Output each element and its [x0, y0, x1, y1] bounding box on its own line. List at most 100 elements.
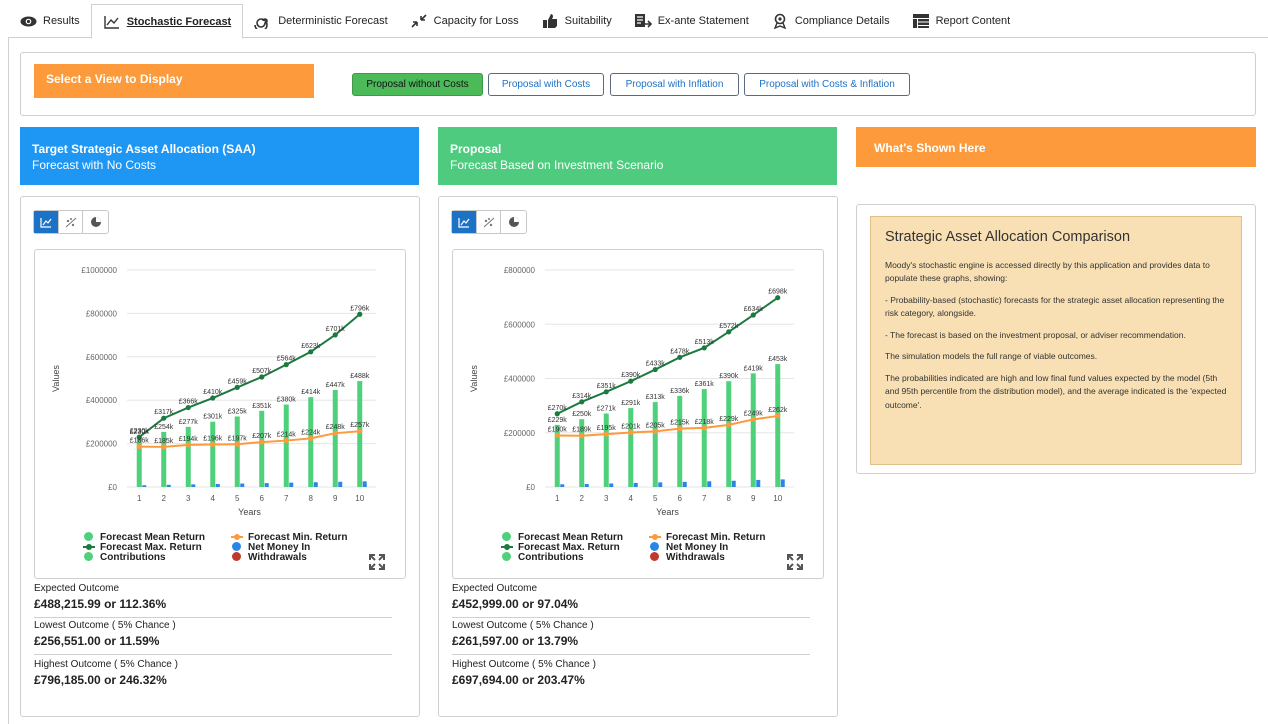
max-return-point	[603, 389, 609, 395]
min-return-point	[259, 439, 265, 445]
max-return-point	[234, 384, 240, 390]
max-return-point	[726, 329, 732, 335]
tab-suitability[interactable]: Suitability	[530, 4, 623, 38]
min-return-point	[283, 437, 289, 444]
max-return-data-label: £314k	[572, 393, 592, 400]
mean-return-bar	[677, 395, 683, 487]
max-return-point	[210, 395, 216, 401]
line-chart-view-button[interactable]	[452, 211, 477, 233]
saa-header: Target Strategic Asset Allocation (SAA) …	[20, 127, 419, 185]
net-money-in-bar	[658, 482, 663, 487]
mean-return-data-label: £414k	[301, 389, 321, 396]
mean-return-bar	[357, 381, 363, 487]
x-tick-label: 1	[555, 494, 560, 503]
proposal-card: £0 £200000 £400000 £600000 £800000 Values Year…	[438, 196, 838, 717]
min-return-data-label: £186k	[130, 438, 150, 445]
net-money-in-bar	[264, 483, 269, 487]
mean-return-bar	[308, 397, 314, 487]
x-tick-label: 7	[702, 494, 707, 503]
max-return-data-label: £270k	[548, 405, 568, 412]
x-axis-title: Years	[656, 507, 679, 517]
y-axis-title: Values	[469, 365, 479, 392]
y-tick-label: £600000	[504, 320, 536, 329]
tab-results[interactable]: Results	[8, 4, 91, 38]
view-selector: Select a View to Display Proposal withou…	[20, 52, 1256, 116]
pie-chart-view-button[interactable]	[501, 211, 526, 233]
min-return-point	[554, 432, 560, 439]
max-return-point	[579, 399, 585, 405]
scatter-chart-view-button[interactable]	[477, 211, 502, 233]
tab-label: Capacity for Loss	[433, 15, 519, 27]
tab-label: Report Content	[935, 15, 1011, 27]
saa-card: £0 £200000 £400000 £600000 £800000 £1000000 Va…	[20, 196, 420, 717]
min-return-data-label: £205k	[646, 422, 666, 429]
view-button-proposal-without-costs[interactable]: Proposal without Costs	[352, 73, 483, 96]
proposal-chart: £0 £200000 £400000 £600000 £800000 Values Year…	[452, 249, 824, 579]
net-money-in-bar	[142, 485, 147, 487]
fullscreen-icon[interactable]	[786, 553, 804, 571]
min-return-point	[726, 422, 732, 428]
x-tick-label: 2	[162, 494, 167, 503]
view-button-proposal-with-costs-inflation[interactable]: Proposal with Costs & Inflation	[744, 73, 910, 96]
y-tick-label: £200000	[504, 429, 536, 438]
net-money-in-bar	[633, 482, 638, 487]
tab-label: Compliance Details	[794, 15, 890, 27]
net-money-in-bar	[756, 479, 761, 487]
min-return-point	[775, 413, 781, 419]
tab-deterministic-forecast[interactable]: Deterministic Forecast	[243, 4, 398, 38]
spiral-icon	[254, 13, 272, 29]
mean-return-data-label: £361k	[695, 381, 715, 388]
min-return-point	[750, 416, 756, 423]
view-button-proposal-with-costs[interactable]: Proposal with Costs	[488, 73, 604, 96]
mean-return-data-label: £291k	[621, 400, 641, 407]
mean-return-data-label: £277k	[179, 419, 199, 426]
legend-withdraw: Withdrawals	[649, 551, 725, 563]
net-money-in-bar	[560, 484, 565, 487]
mean-return-bar	[332, 390, 338, 487]
max-return-data-label: £459k	[228, 378, 248, 385]
mean-return-data-label: £313k	[646, 394, 666, 401]
info-paragraph: - The forecast is based on the investmen…	[885, 329, 1186, 340]
scatter-chart-view-button[interactable]	[59, 211, 84, 233]
y-tick-label: £200000	[86, 440, 118, 449]
min-return-point	[185, 442, 191, 448]
mean-return-bar	[652, 402, 658, 487]
net-money-in-bar	[215, 483, 220, 487]
net-money-in-bar	[240, 483, 245, 487]
min-return-data-label: £257k	[350, 422, 370, 429]
min-return-data-label: £215k	[670, 420, 690, 427]
min-return-data-label: £214k	[277, 432, 297, 439]
tab-compliance-details[interactable]: Compliance Details	[760, 4, 901, 38]
line-chart-view-button[interactable]	[34, 211, 59, 233]
max-return-point	[259, 374, 265, 380]
line-chart-icon	[103, 14, 121, 30]
pie-chart-view-button[interactable]	[83, 211, 108, 233]
tab-ex-ante-statement[interactable]: Ex-ante Statement	[623, 4, 760, 38]
y-tick-label: £0	[108, 483, 117, 492]
tab-capacity-for-loss[interactable]: Capacity for Loss	[399, 4, 530, 38]
y-tick-label: £0	[526, 483, 535, 492]
mean-return-data-label: £488k	[350, 373, 370, 380]
view-button-proposal-with-inflation[interactable]: Proposal with Inflation	[610, 73, 739, 96]
max-return-data-label: £366k	[179, 399, 199, 406]
tab-report-content[interactable]: Report Content	[901, 4, 1022, 38]
fullscreen-icon[interactable]	[368, 553, 386, 571]
y-axis-title: Values	[51, 365, 61, 392]
x-tick-label: 9	[333, 494, 338, 503]
x-axis-title: Years	[238, 507, 261, 517]
mean-return-data-label: £351k	[252, 403, 272, 410]
max-return-point	[185, 404, 191, 411]
tab-label: Ex-ante Statement	[657, 15, 749, 27]
x-tick-label: 4	[629, 494, 634, 503]
y-tick-label: £600000	[86, 353, 118, 362]
x-tick-label: 7	[284, 494, 289, 503]
tab-stochastic-forecast[interactable]: Stochastic Forecast	[90, 4, 244, 39]
min-return-point	[308, 435, 314, 441]
max-return-point	[308, 349, 314, 355]
whats-shown-header: What's Shown Here	[856, 127, 1256, 167]
min-return-data-label: £249k	[744, 410, 764, 417]
min-return-point	[136, 444, 142, 450]
saa-chart: £0 £200000 £400000 £600000 £800000 £1000000 Va…	[34, 249, 406, 579]
max-return-point	[750, 312, 756, 318]
min-return-data-label: £185k	[154, 438, 174, 445]
